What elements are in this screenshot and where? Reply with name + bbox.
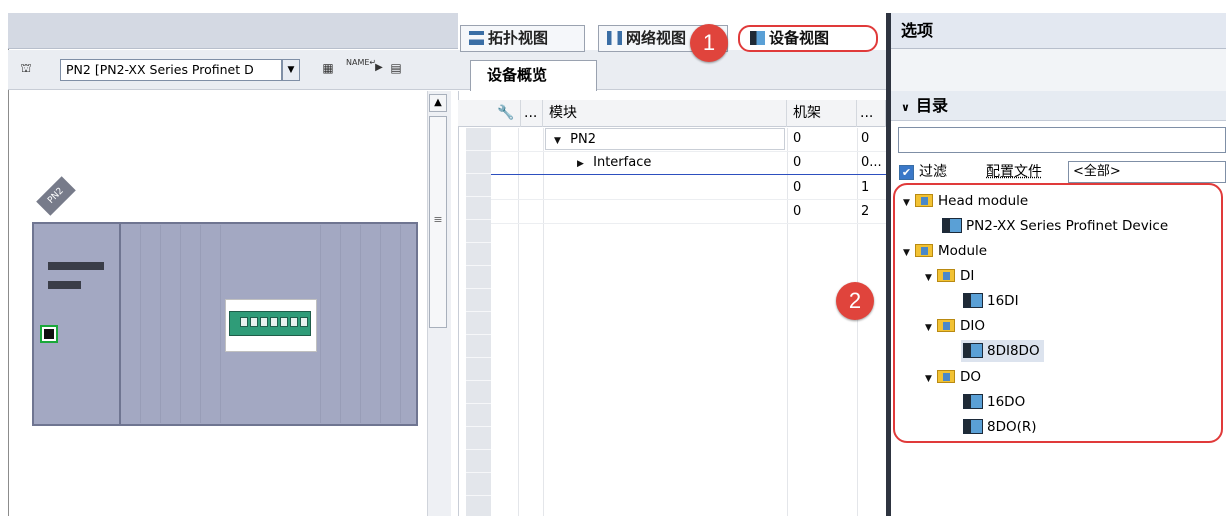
drop-indicator-line (491, 174, 886, 175)
scroll-up-icon[interactable]: ▲ (429, 94, 447, 112)
gutter-separator (466, 472, 491, 473)
row-module: PN2 (570, 132, 596, 147)
tab-device-view[interactable]: 设备视图 (738, 25, 878, 52)
row-grid-line (491, 199, 886, 200)
rack-slot-divider (380, 225, 381, 423)
gutter-separator (466, 219, 491, 220)
rack-slot-divider (340, 225, 341, 423)
gutter-separator (466, 334, 491, 335)
ethernet-port-inner (44, 329, 54, 339)
filter-label: 过滤 (919, 164, 947, 180)
row-slot: 2 (861, 204, 870, 219)
tab-topology-label: 拓扑视图 (488, 29, 549, 47)
rack-slot-divider (160, 225, 161, 423)
topology-icon (469, 31, 484, 45)
row-gutter (466, 128, 491, 516)
overview-icon[interactable]: ▤ (386, 58, 406, 78)
terminal-block (290, 317, 298, 327)
gutter-separator (466, 196, 491, 197)
gutter-separator (466, 311, 491, 312)
gutter-separator (466, 426, 491, 427)
rack-slot-divider (320, 225, 321, 423)
terminal-block (280, 317, 288, 327)
rack-slot-divider (220, 225, 221, 423)
rack-slot-divider (140, 225, 141, 423)
network-icon (607, 31, 622, 45)
terminal-block (300, 317, 308, 327)
rack-slot-divider (360, 225, 361, 423)
rack-head-slot[interactable] (34, 224, 121, 424)
catalog-title: 目录 (915, 96, 948, 115)
chevron-down-icon[interactable]: ∨ (901, 101, 910, 114)
device-view-icon (750, 31, 765, 45)
rack-slot-divider (180, 225, 181, 423)
tab-topology-view[interactable]: 拓扑视图 (460, 25, 585, 52)
zoom-fit-icon[interactable]: ▦ (318, 58, 338, 78)
gutter-separator (466, 150, 491, 151)
name-icon[interactable]: NAME↵ (346, 58, 376, 78)
expand-down-icon[interactable]: ▼ (554, 130, 566, 149)
gutter-separator (466, 449, 491, 450)
row-rack: 0 (793, 155, 802, 170)
table-row[interactable]: ▶ Interface (545, 152, 785, 174)
row-slot: 0... (861, 155, 882, 170)
column-header-rack[interactable]: 机架 (787, 100, 857, 127)
columns-config-icon[interactable]: 🔧 (491, 100, 521, 127)
column-grid-line (518, 128, 519, 516)
gutter-separator (466, 495, 491, 496)
column-header-more[interactable]: ... (857, 100, 886, 127)
callout-number-2: 2 (836, 282, 874, 320)
gutter-separator (466, 403, 491, 404)
device-select[interactable]: PN2 [PN2-XX Series Profinet D (60, 59, 282, 81)
table-row[interactable]: ▼ PN2 (545, 128, 785, 150)
column-grid-line (543, 128, 544, 516)
terminal-block (260, 317, 268, 327)
column-header-module[interactable]: 模块 (543, 100, 787, 127)
row-rack: 0 (793, 204, 802, 219)
row-module: Interface (593, 155, 652, 170)
terminal-block (270, 317, 278, 327)
rack-label-bar (48, 281, 81, 289)
options-toolbar (891, 49, 1226, 91)
rack-slot-divider (400, 225, 401, 423)
rack-label-bar (48, 262, 104, 270)
profile-label: 配置文件 (986, 164, 1042, 180)
device-tree-icon[interactable]: ⛫ (16, 58, 36, 78)
catalog-highlight-outline (893, 183, 1223, 443)
callout-number-1: 1 (690, 24, 728, 62)
gutter-separator (466, 242, 491, 243)
rack-slot-divider (200, 225, 201, 423)
terminal-block (250, 317, 258, 327)
gutter-separator (466, 173, 491, 174)
tab-device-label: 设备视图 (769, 29, 830, 47)
tab-network-label: 网络视图 (626, 29, 687, 47)
gutter-separator (466, 380, 491, 381)
grip-icon: ≡ (433, 213, 443, 226)
catalog-search-input[interactable] (898, 127, 1226, 153)
catalog-header[interactable]: ∨ 目录 (891, 91, 1226, 121)
row-grid-line (491, 223, 886, 224)
chevron-down-icon[interactable]: ▼ (282, 59, 300, 81)
tab-device-overview[interactable]: 设备概览 (470, 60, 597, 91)
row-slot: 1 (861, 180, 870, 195)
column-grid-line (787, 128, 788, 516)
options-title: 选项 (891, 13, 1226, 49)
profile-select[interactable]: <全部> (1068, 161, 1226, 183)
gutter-separator (466, 357, 491, 358)
column-header-more[interactable]: ... (521, 100, 543, 127)
gutter-separator (466, 288, 491, 289)
left-top-strip (8, 13, 458, 49)
row-rack: 0 (793, 131, 802, 146)
row-rack: 0 (793, 180, 802, 195)
row-slot: 0 (861, 131, 870, 146)
column-grid-line (857, 128, 858, 516)
gutter-separator (466, 265, 491, 266)
filter-checkbox[interactable]: ✔ (899, 165, 914, 180)
expand-right-icon[interactable]: ▶ (577, 153, 589, 174)
terminal-block (240, 317, 248, 327)
